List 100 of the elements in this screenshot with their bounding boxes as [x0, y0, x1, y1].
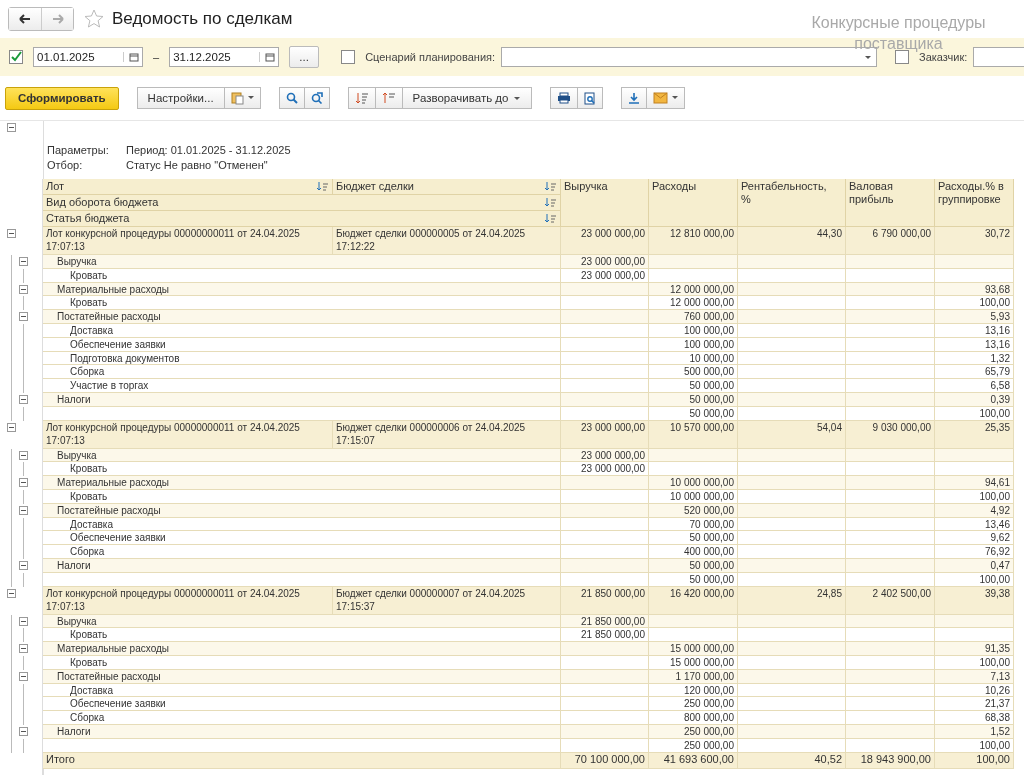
- table-cell: 39,38: [935, 586, 1014, 615]
- table-cell: 30,72: [935, 227, 1014, 255]
- customer-field[interactable]: [973, 47, 1024, 67]
- column-header[interactable]: Лот: [43, 179, 333, 195]
- table-cell: 50 000,00: [649, 572, 738, 587]
- table-cell: Бюджет сделки 000000005 от 24.04.2025 17:12:22: [333, 227, 561, 255]
- table-cell: Лот конкурсной процедуры 00000000011 от 24.04.2025 17:07:13: [43, 227, 333, 255]
- tree-toggle-icon[interactable]: [19, 450, 28, 460]
- table-cell: Лот конкурсной процедуры 00000000011 от 24.04.2025 17:07:13: [43, 586, 333, 615]
- column-header[interactable]: Статья бюджета: [43, 211, 561, 227]
- table-cell: 800 000,00: [649, 711, 738, 725]
- table-cell: 23 000 000,00: [561, 227, 649, 255]
- calendar-icon[interactable]: [123, 52, 139, 62]
- table-cell: 13,46: [935, 517, 1014, 532]
- preview-button[interactable]: [578, 87, 604, 109]
- table-cell: 21,37: [935, 697, 1014, 712]
- expand-to-button[interactable]: Разворачивать до: [402, 87, 533, 109]
- tree-toggle-icon[interactable]: [7, 422, 16, 432]
- tree-toggle-icon[interactable]: [19, 560, 28, 570]
- tree-toggle-icon[interactable]: [19, 257, 28, 266]
- table-cell: Выручка: [43, 255, 561, 269]
- table-cell: Кровать: [43, 655, 561, 670]
- table-cell: 10 000 000,00: [649, 476, 738, 490]
- table-cell: 13,16: [935, 324, 1014, 338]
- table-cell: Участие в торгах: [43, 379, 561, 393]
- header-label: Бюджет сделки: [336, 180, 414, 193]
- tree-toggle-icon[interactable]: [19, 312, 28, 322]
- dropdown-icon[interactable]: [864, 54, 873, 60]
- table-cell: 100,00: [935, 572, 1014, 587]
- table-cell: 70 000,00: [649, 517, 738, 532]
- table-cell: 100 000,00: [649, 337, 738, 352]
- date-to-field[interactable]: 31.12.2025: [169, 47, 280, 67]
- table-cell: 760 000,00: [649, 310, 738, 324]
- search-button[interactable]: [278, 87, 305, 109]
- period-checkbox[interactable]: [9, 50, 23, 64]
- header-label: Вид оборота бюджета: [46, 196, 159, 209]
- mail-menu-button[interactable]: [647, 87, 686, 109]
- sort-icon[interactable]: [545, 198, 557, 207]
- period-button[interactable]: ...: [289, 46, 320, 68]
- caret-icon: [513, 95, 522, 101]
- sort-icon[interactable]: [545, 182, 557, 191]
- tree-toggle-icon[interactable]: [7, 229, 16, 238]
- search-refresh-button[interactable]: [304, 87, 330, 109]
- column-header[interactable]: Бюджет сделки: [333, 179, 561, 195]
- tree-toggle-icon[interactable]: [19, 671, 28, 681]
- column-header[interactable]: Вид оборота бюджета: [43, 195, 561, 211]
- table-cell: 2 402 500,00: [846, 586, 935, 615]
- customer-label: Заказчик:: [919, 51, 968, 63]
- filter-value: Статус Не равно "Отменен": [126, 158, 269, 173]
- table-cell: 76,92: [935, 545, 1014, 559]
- collapse-icon[interactable]: [7, 123, 16, 132]
- date-from-field[interactable]: 01.01.2025: [33, 47, 143, 67]
- column-header[interactable]: Расходы: [649, 179, 738, 227]
- table-cell: Подготовка документов: [43, 351, 561, 366]
- tree-toggle-icon[interactable]: [19, 616, 28, 626]
- table-cell: 25,35: [935, 420, 1014, 449]
- calendar-icon[interactable]: [259, 52, 276, 62]
- printer-icon: [557, 92, 572, 104]
- tree-toggle-icon[interactable]: [19, 478, 28, 488]
- header-label: Статья бюджета: [46, 212, 130, 225]
- search-icon: [285, 92, 298, 104]
- tree-toggle-icon[interactable]: [7, 588, 16, 598]
- window-title: Ведомость по сделкам: [112, 9, 293, 29]
- tree-toggle-icon[interactable]: [19, 726, 28, 736]
- table-cell: 94,61: [935, 476, 1014, 490]
- tree-toggle-icon[interactable]: [19, 394, 28, 404]
- print-button[interactable]: [550, 87, 579, 109]
- table-cell: 250 000,00: [649, 697, 738, 712]
- table-cell: 500 000,00: [649, 365, 738, 380]
- tree-toggle-icon[interactable]: [19, 505, 28, 515]
- settings-button[interactable]: Настройки...: [136, 87, 225, 109]
- table-cell: Лот конкурсной процедуры 00000000011 от 24.04.2025 17:07:13: [43, 420, 333, 449]
- table-cell: 16 420 000,00: [649, 586, 738, 615]
- column-header[interactable]: Выручка: [561, 179, 649, 227]
- back-button[interactable]: [9, 8, 41, 30]
- table-cell: 23 000 000,00: [561, 255, 649, 269]
- scenario-checkbox[interactable]: [341, 50, 356, 64]
- column-header[interactable]: Рентабельность, %: [738, 179, 846, 227]
- tree-toggle-icon[interactable]: [19, 644, 28, 654]
- generate-button[interactable]: Сформировать: [5, 86, 119, 110]
- sort-icon[interactable]: [317, 182, 329, 191]
- table-cell: 68,38: [935, 711, 1014, 725]
- download-button[interactable]: [621, 87, 648, 109]
- table-cell: 10 570 000,00: [649, 420, 738, 449]
- sort-icon[interactable]: [545, 214, 557, 223]
- tree-toggle-icon[interactable]: [19, 284, 28, 294]
- table-cell: Сборка: [43, 545, 561, 559]
- page-magnifier-icon: [584, 91, 597, 105]
- table-cell: Обеспечение заявки: [43, 697, 561, 712]
- table-cell: Материальные расходы: [43, 476, 561, 490]
- star-icon[interactable]: [84, 9, 104, 29]
- envelope-icon: [653, 92, 669, 104]
- table-cell: 6 790 000,00: [846, 227, 935, 255]
- column-header[interactable]: Валовая прибыль: [846, 179, 935, 227]
- documents-icon: [230, 91, 244, 105]
- table-cell: 23 000 000,00: [561, 268, 649, 283]
- table-cell: Бюджет сделки 000000007 от 24.04.2025 17:15:37: [333, 586, 561, 615]
- table-cell: 6,58: [935, 379, 1014, 393]
- column-header[interactable]: Расходы.% в группировке: [935, 179, 1014, 227]
- table-cell: Обеспечение заявки: [43, 337, 561, 352]
